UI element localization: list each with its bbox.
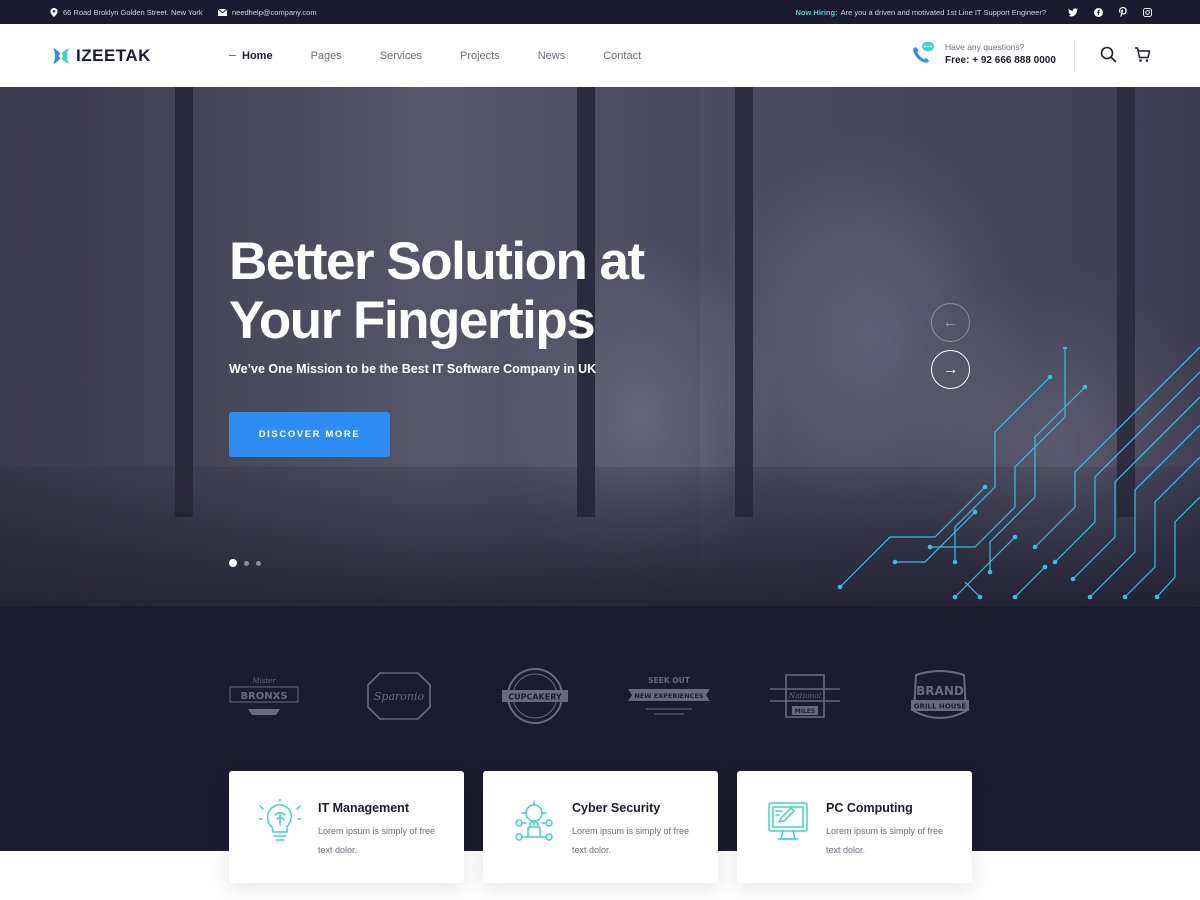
- computer-monitor-icon: [768, 802, 808, 840]
- nav-pages[interactable]: Pages: [311, 50, 342, 62]
- hiring-notice[interactable]: Now Hiring: Are you a driven and motivat…: [796, 0, 1046, 24]
- service-cards: IT Management Lorem ipsum is simply of f…: [229, 771, 972, 883]
- nav-contact[interactable]: Contact: [603, 50, 641, 62]
- brand-main-text: GRILL HOUSE: [914, 703, 967, 711]
- service-card-pc-computing[interactable]: PC Computing Lorem ipsum is simply of fr…: [737, 771, 972, 883]
- service-card-it-management[interactable]: IT Management Lorem ipsum is simply of f…: [229, 771, 464, 883]
- main-header: IZEETAK Home Pages Services Projects New…: [0, 24, 1200, 87]
- nav-projects[interactable]: Projects: [460, 50, 500, 62]
- brand-logo-national-miles[interactable]: National MILES: [768, 666, 842, 726]
- discover-more-button[interactable]: DISCOVER MORE: [229, 412, 390, 457]
- slider-dots: [229, 559, 261, 567]
- search-icon[interactable]: [1100, 46, 1117, 63]
- brand-main-text: NEW EXPERIENCES: [634, 692, 703, 700]
- slider-prev-button[interactable]: ←: [931, 303, 970, 342]
- main-nav: Home Pages Services Projects News Contac…: [229, 24, 679, 87]
- brand-main-text: Sparonio: [374, 690, 425, 703]
- top-info-bar: 66 Road Broklyn Golden Street. New York …: [0, 0, 1200, 24]
- brand-logo-seek-out[interactable]: SEEK OUT NEW EXPERIENCES: [626, 666, 712, 726]
- service-title[interactable]: IT Management: [318, 801, 409, 815]
- service-text: Lorem ipsum is simply of free text dolor…: [826, 826, 944, 855]
- instagram-icon[interactable]: [1143, 7, 1152, 17]
- email-link[interactable]: needhelp@company.com: [232, 8, 317, 17]
- network-lock-icon: [515, 800, 553, 841]
- slider-dot[interactable]: [229, 559, 237, 567]
- pinterest-icon[interactable]: [1119, 7, 1127, 17]
- service-title[interactable]: PC Computing: [826, 801, 913, 815]
- service-text: Lorem ipsum is simply of free text dolor…: [572, 826, 690, 855]
- brand-top-text: National: [788, 691, 822, 700]
- address-item: 66 Road Broklyn Golden Street. New York: [50, 0, 203, 24]
- hero-title: Better Solution at Your Fingertips: [229, 232, 645, 350]
- logo-mark-icon: [53, 48, 69, 64]
- phone-chat-icon: [913, 42, 934, 63]
- brand-main-text: MILES: [795, 708, 815, 715]
- cart-icon[interactable]: [1134, 46, 1151, 63]
- email-item[interactable]: needhelp@company.com: [218, 0, 317, 24]
- nav-services[interactable]: Services: [380, 50, 422, 62]
- service-text: Lorem ipsum is simply of free text dolor…: [318, 826, 436, 855]
- slider-dot[interactable]: [256, 560, 261, 566]
- facebook-icon[interactable]: [1094, 7, 1103, 17]
- brand-main-text: BRONXS: [240, 691, 287, 702]
- nav-news[interactable]: News: [538, 50, 566, 62]
- hero-subtitle: We’ve One Mission to be the Best IT Soft…: [229, 362, 597, 376]
- contact-phone[interactable]: Free: + 92 666 888 0000: [945, 55, 1056, 66]
- header-divider: [1074, 40, 1075, 72]
- site-logo[interactable]: IZEETAK: [50, 45, 151, 67]
- nav-home[interactable]: Home: [229, 50, 273, 62]
- twitter-icon[interactable]: [1068, 7, 1078, 17]
- brand-logo-sparonio[interactable]: Sparonio: [366, 666, 432, 726]
- brand-main-text: CUPCAKERY: [508, 693, 562, 702]
- contact-question: Have any questions?: [945, 42, 1025, 52]
- header-contact[interactable]: Have any questions? Free: + 92 666 888 0…: [909, 41, 1056, 67]
- brand-top-text: SEEK OUT: [648, 676, 691, 685]
- brand-logo-bronxs[interactable]: Mister BRONXS: [228, 666, 300, 726]
- brand-top-text: BRAND: [916, 684, 964, 698]
- envelope-icon: [218, 8, 227, 16]
- hero-slider: Better Solution at Your Fingertips We’ve…: [0, 87, 1200, 605]
- brand-logo-grill-house[interactable]: BRAND GRILL HOUSE: [908, 666, 972, 726]
- location-pin-icon: [50, 7, 58, 17]
- logo-text: IZEETAK: [76, 46, 151, 65]
- hiring-text[interactable]: Are you a driven and motivated 1st Line …: [841, 8, 1046, 17]
- brand-top-text: Mister: [251, 677, 276, 685]
- brand-logo-cupcakery[interactable]: CUPCAKERY: [500, 666, 570, 726]
- service-card-cyber-security[interactable]: Cyber Security Lorem ipsum is simply of …: [483, 771, 718, 883]
- hiring-label: Now Hiring:: [795, 7, 838, 17]
- slider-dot[interactable]: [244, 560, 249, 566]
- service-title[interactable]: Cyber Security: [572, 801, 660, 815]
- arrow-left-icon: ←: [942, 313, 959, 331]
- social-links: [1068, 0, 1152, 24]
- circuit-lines-decoration: [837, 347, 1200, 600]
- lightbulb-brain-icon: [259, 799, 301, 841]
- address-text: 66 Road Broklyn Golden Street. New York: [63, 7, 203, 17]
